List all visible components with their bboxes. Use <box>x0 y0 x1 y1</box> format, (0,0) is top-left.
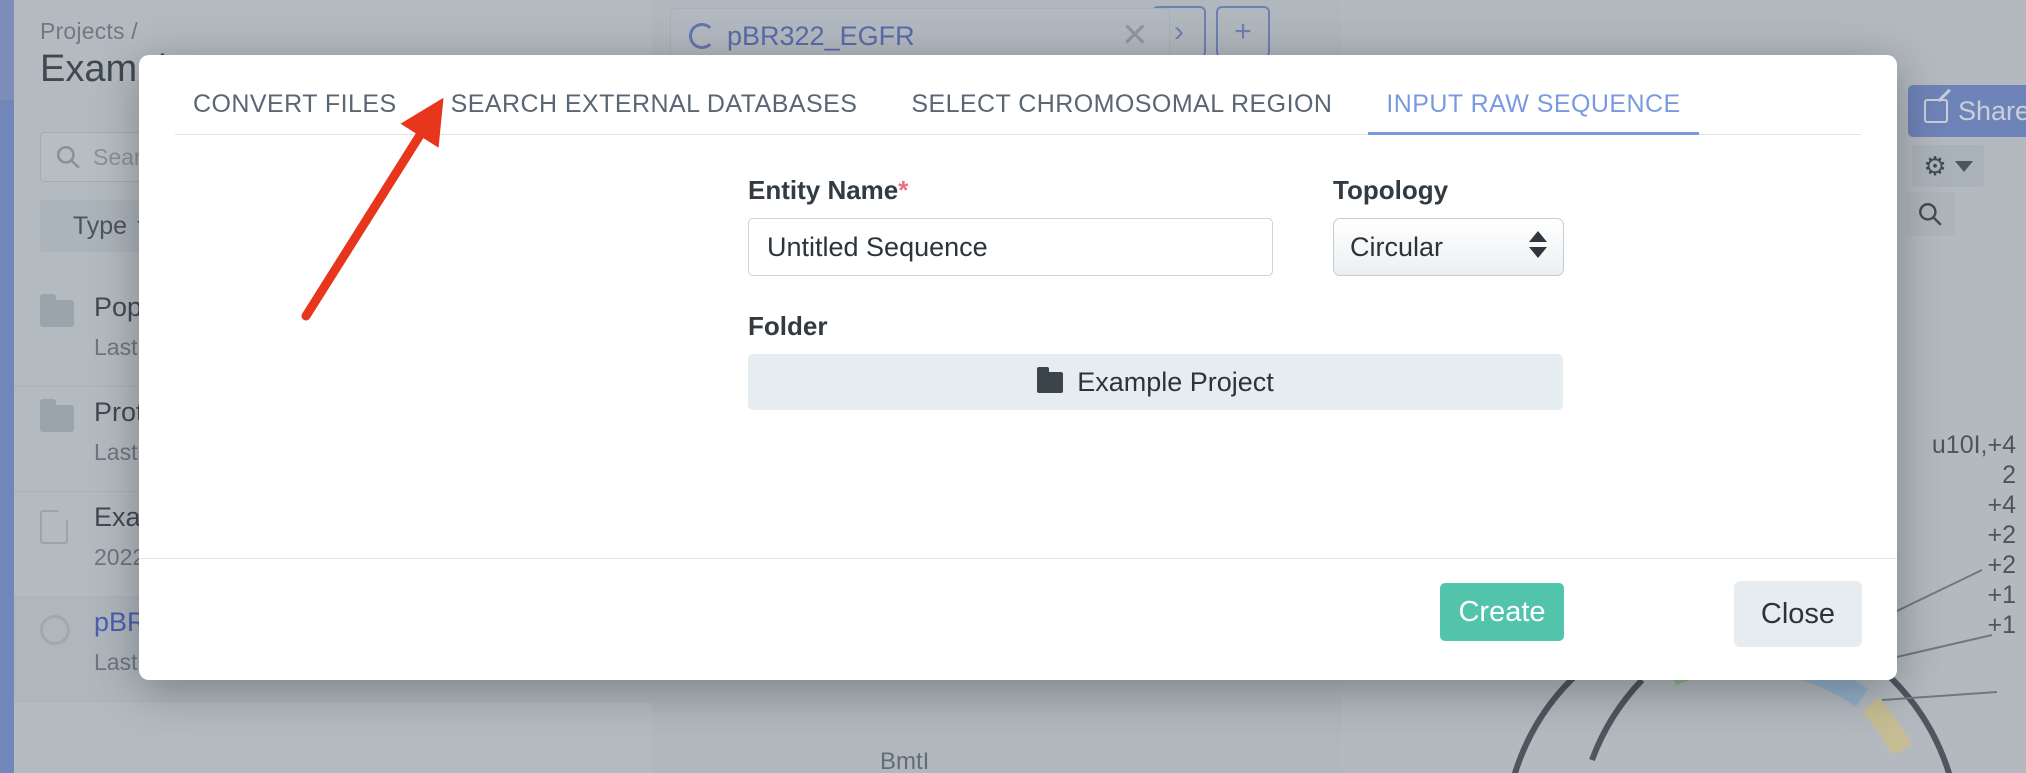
folder-value: Example Project <box>1077 366 1274 397</box>
entity-name-group: Entity Name* Untitled Sequence <box>748 175 1273 276</box>
topology-label: Topology <box>1333 175 1449 205</box>
close-button[interactable]: Close <box>1734 581 1862 647</box>
topology-group: Topology Circular <box>1333 175 1564 276</box>
dialog-tab-bar: CONVERT FILES SEARCH EXTERNAL DATABASES … <box>139 55 1897 135</box>
select-arrows-icon <box>1529 231 1547 258</box>
folder-group: Folder Example Project <box>748 311 1563 410</box>
entity-name-input[interactable]: Untitled Sequence <box>748 218 1273 276</box>
app-root: Projects / Example Search Type Popu Last… <box>0 0 2026 773</box>
required-marker: * <box>898 175 909 205</box>
dialog-body: Entity Name* Untitled Sequence Topology … <box>139 135 1897 641</box>
dialog-footer: Close <box>139 558 1897 680</box>
tab-convert-files[interactable]: CONVERT FILES <box>175 90 415 135</box>
new-sequence-dialog: CONVERT FILES SEARCH EXTERNAL DATABASES … <box>139 55 1897 680</box>
tab-select-chromosomal-region[interactable]: SELECT CHROMOSOMAL REGION <box>893 90 1350 135</box>
folder-icon <box>1037 366 1064 393</box>
tab-input-raw-sequence[interactable]: INPUT RAW SEQUENCE <box>1368 90 1698 135</box>
topology-select-value: Circular <box>1350 231 1444 262</box>
topology-select[interactable]: Circular <box>1333 218 1564 276</box>
folder-label: Folder <box>748 311 828 341</box>
entity-name-label-text: Entity Name <box>748 175 899 205</box>
tab-search-external-databases[interactable]: SEARCH EXTERNAL DATABASES <box>433 90 876 135</box>
entity-name-label: Entity Name* <box>748 175 1273 206</box>
folder-selector[interactable]: Example Project <box>748 354 1563 410</box>
